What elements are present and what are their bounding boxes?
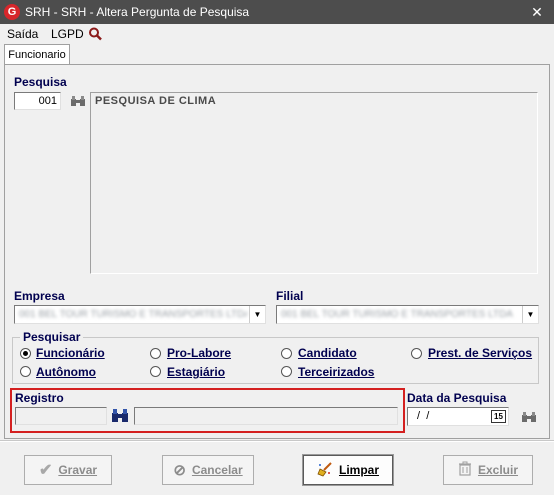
- limpar-button[interactable]: Limpar: [302, 454, 394, 486]
- data-pesquisa-label: Data da Pesquisa: [407, 391, 507, 405]
- menu-lgpd[interactable]: LGPD: [51, 27, 84, 41]
- calendar-icon[interactable]: 15: [491, 410, 506, 423]
- binoculars-icon[interactable]: [111, 408, 129, 424]
- radio-prest-servicos-label[interactable]: Prest. de Serviços: [428, 346, 532, 360]
- empresa-label: Empresa: [14, 289, 65, 303]
- data-pesquisa-input[interactable]: / / 15: [407, 407, 509, 426]
- radio-estagiario-label[interactable]: Estagiário: [167, 365, 225, 379]
- radio-autonomo[interactable]: [20, 366, 31, 377]
- chevron-down-icon[interactable]: ▼: [249, 306, 265, 323]
- gravar-label: Gravar: [58, 463, 98, 477]
- data-pesquisa-value: / /: [414, 410, 433, 422]
- gravar-button[interactable]: ✔ Gravar: [24, 455, 112, 485]
- filial-select[interactable]: 001 BEL TOUR TURISMO E TRANSPORTES LTDA …: [276, 305, 539, 324]
- chevron-down-icon[interactable]: ▼: [522, 306, 538, 323]
- empresa-select[interactable]: 001 BEL TOUR TURISMO E TRANSPORTES LTDA …: [14, 305, 266, 324]
- filial-value: 001 BEL TOUR TURISMO E TRANSPORTES LTDA: [281, 309, 513, 320]
- cancelar-label: Cancelar: [191, 463, 243, 477]
- excluir-label: Excluir: [477, 463, 519, 477]
- radio-terceirizados[interactable]: [281, 366, 292, 377]
- pesquisa-code-input[interactable]: 001: [14, 92, 61, 110]
- cancelar-button[interactable]: ⊘ Cancelar: [162, 455, 254, 485]
- window-title: SRH - SRH - Altera Pergunta de Pesquisa: [25, 5, 250, 19]
- excluir-button[interactable]: Excluir: [443, 455, 533, 485]
- registro-name-field: [134, 407, 398, 425]
- radio-pro-labore[interactable]: [150, 348, 161, 359]
- registro-label: Registro: [15, 391, 64, 405]
- radio-candidato-label[interactable]: Candidato: [298, 346, 357, 360]
- radio-funcionario[interactable]: [20, 348, 31, 359]
- radio-candidato[interactable]: [281, 348, 292, 359]
- title-bar: G SRH - SRH - Altera Pergunta de Pesquis…: [0, 0, 554, 24]
- registro-code-input[interactable]: [15, 407, 107, 425]
- checkmark-icon: ✔: [38, 462, 53, 479]
- radio-funcionario-label[interactable]: Funcionário: [36, 346, 105, 360]
- pesquisa-description: PESQUISA DE CLIMA: [90, 92, 538, 274]
- pesquisar-label: Pesquisar: [20, 330, 84, 344]
- menu-bar: Saída LGPD: [0, 24, 554, 44]
- radio-prest-servicos[interactable]: [411, 348, 422, 359]
- filial-label: Filial: [276, 289, 304, 303]
- close-button[interactable]: ✕: [520, 0, 554, 24]
- button-bar-separator: [0, 440, 554, 442]
- binoculars-icon[interactable]: [70, 95, 86, 108]
- app-icon: G: [4, 4, 20, 20]
- radio-estagiario[interactable]: [150, 366, 161, 377]
- empresa-value: 001 BEL TOUR TURISMO E TRANSPORTES LTDA: [19, 309, 247, 320]
- magnifier-icon[interactable]: [88, 27, 104, 41]
- menu-saida[interactable]: Saída: [7, 27, 38, 41]
- pesquisa-label: Pesquisa: [14, 75, 67, 89]
- binoculars-icon[interactable]: [521, 411, 537, 424]
- trash-icon: [458, 461, 472, 479]
- cancel-icon: ⊘: [173, 462, 186, 479]
- radio-terceirizados-label[interactable]: Terceirizados: [298, 365, 374, 379]
- limpar-label: Limpar: [338, 463, 379, 477]
- broom-icon: [317, 461, 333, 480]
- tab-funcionario[interactable]: Funcionario: [4, 44, 70, 65]
- radio-autonomo-label[interactable]: Autônomo: [36, 365, 96, 379]
- radio-pro-labore-label[interactable]: Pro-Labore: [167, 346, 231, 360]
